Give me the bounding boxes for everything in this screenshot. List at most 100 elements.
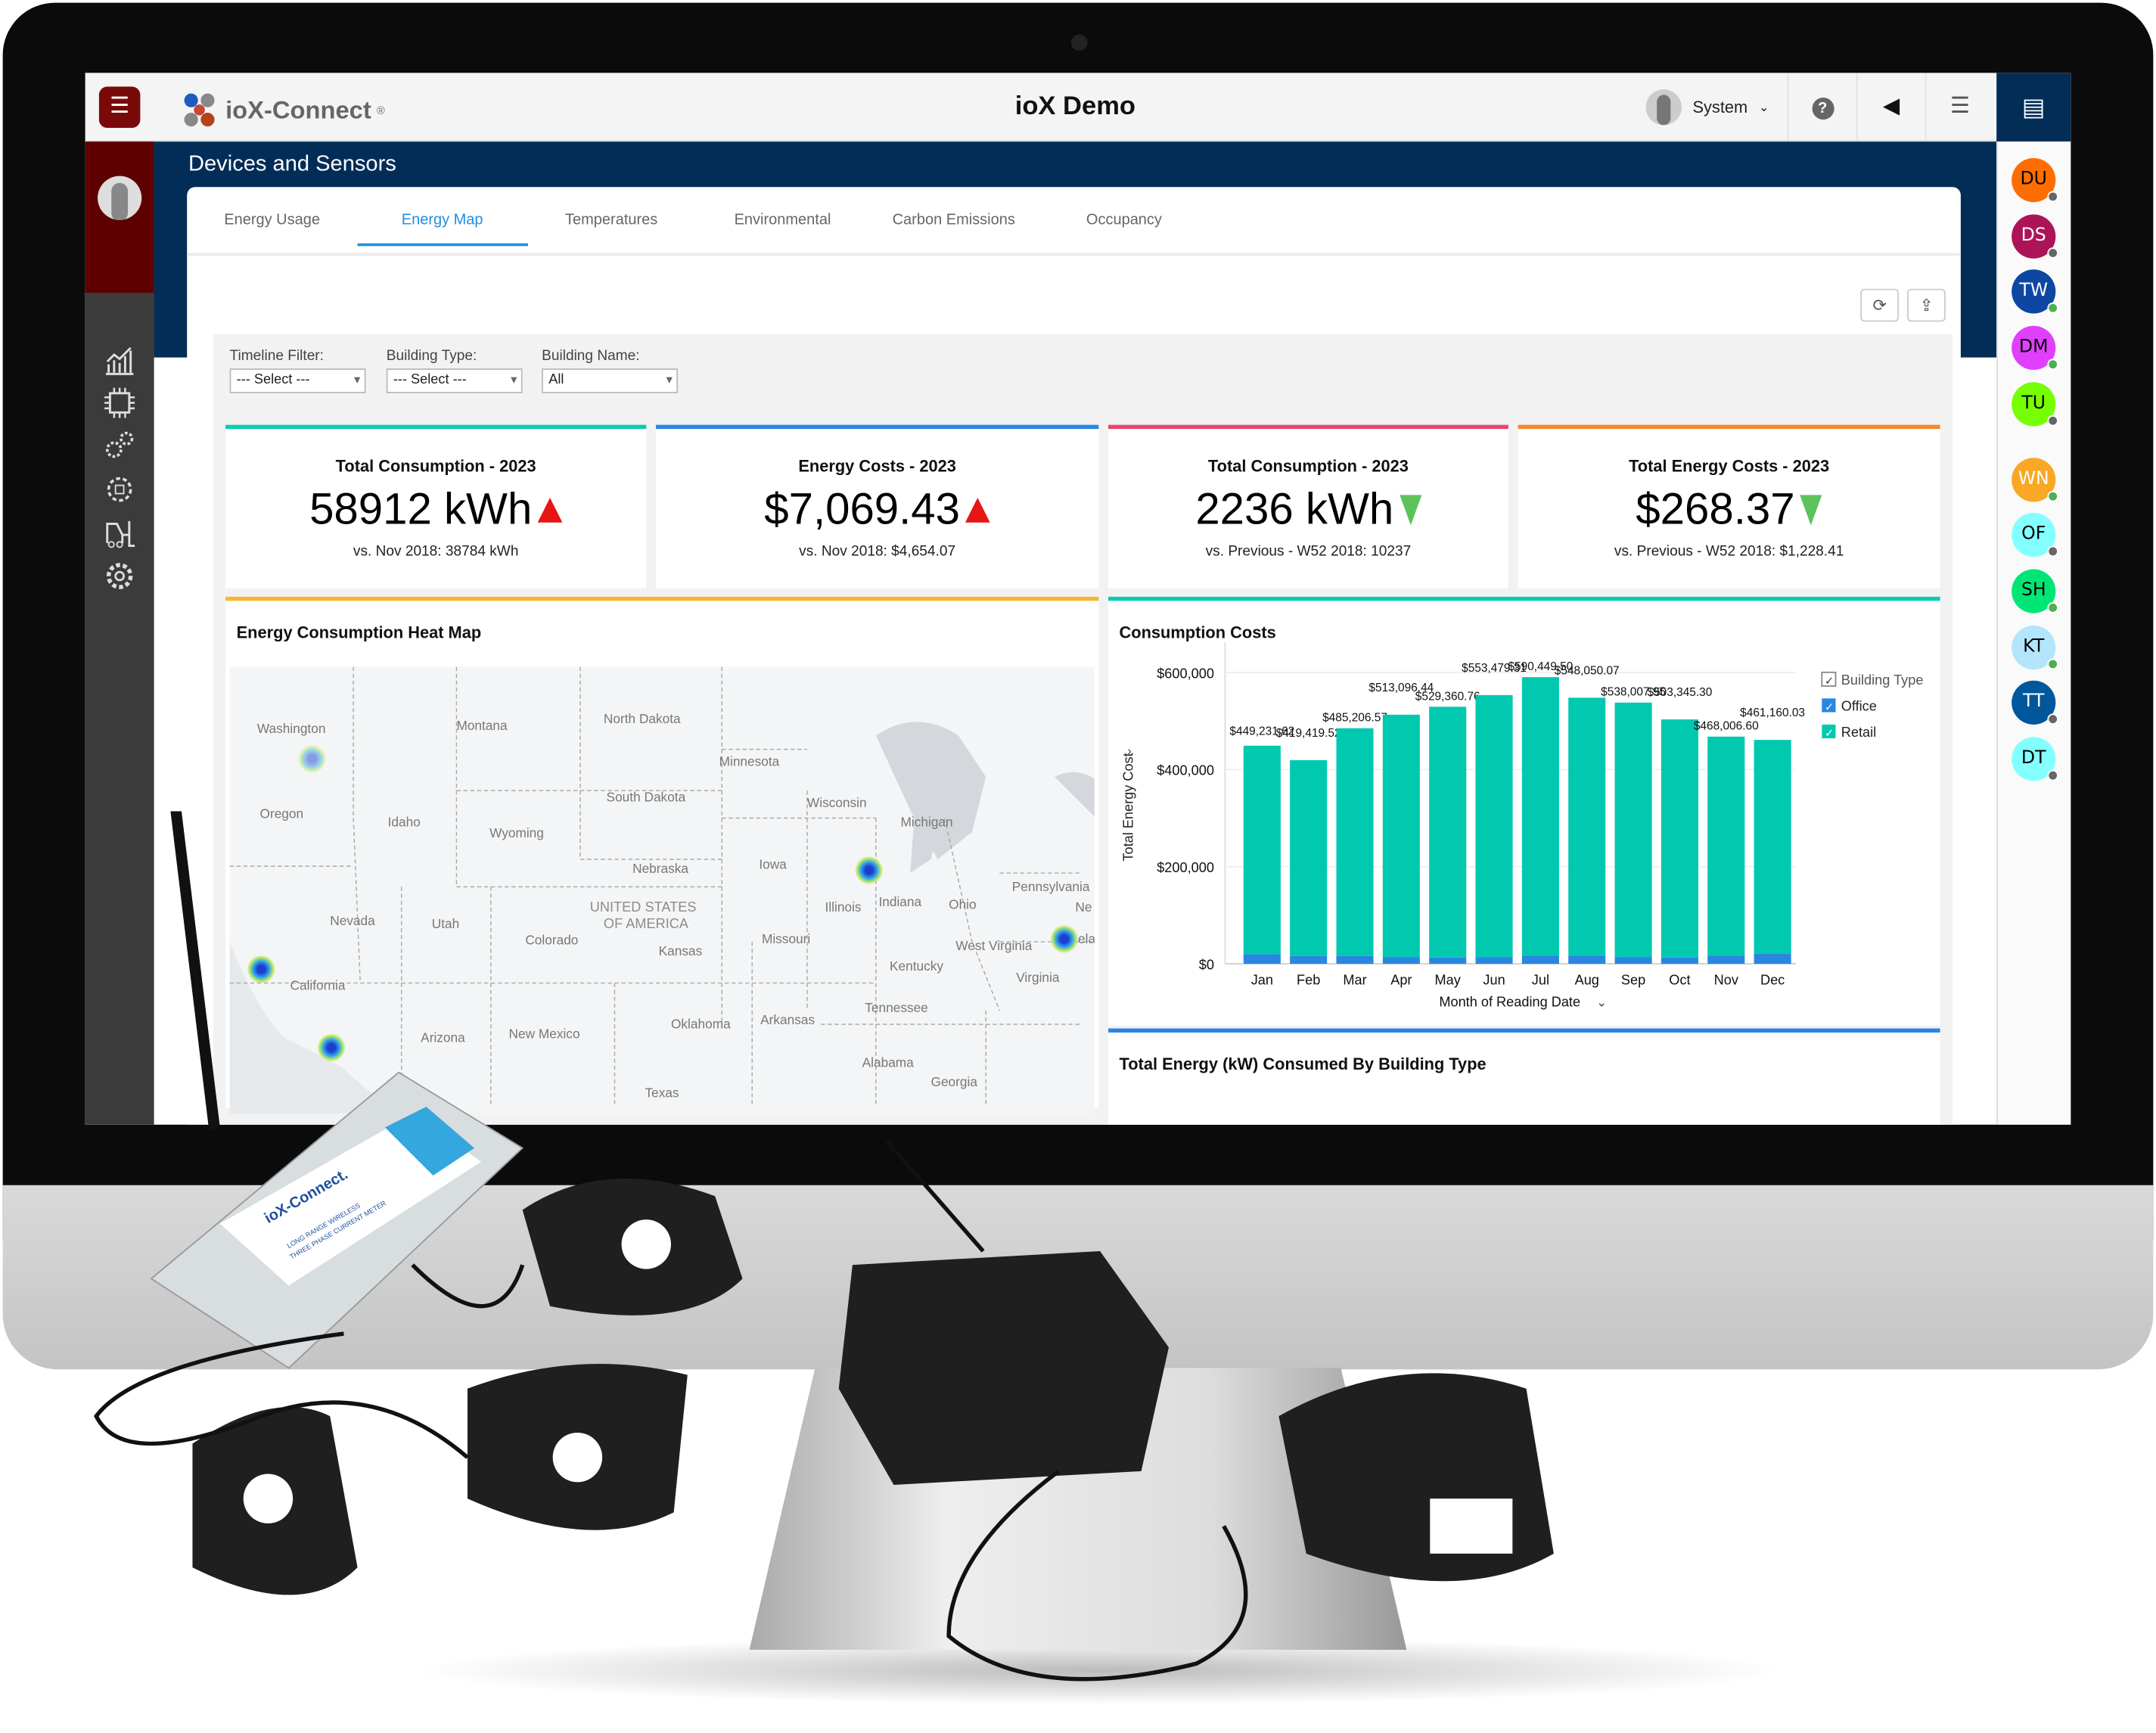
kpi-card: Energy Costs - 2023 $7,069.43 vs. Nov 20… <box>655 424 1099 589</box>
legend-title: Building Type <box>1841 672 1924 688</box>
user-initials: DT <box>2021 747 2046 769</box>
list-icon[interactable]: ☰ <box>1925 73 1994 142</box>
kpi-card: Total Consumption - 2023 58912 kWh vs. N… <box>225 424 647 589</box>
user-initials: OF <box>2021 523 2046 545</box>
timeline-filter-select[interactable]: --- Select --- <box>229 368 366 393</box>
gears-icon[interactable] <box>102 427 138 463</box>
status-dot <box>2047 191 2058 203</box>
megaphone-icon[interactable]: ◀ <box>1856 73 1925 142</box>
tab-carbon-emissions[interactable]: Carbon Emissions <box>893 212 1015 228</box>
kpi-card: Total Energy Costs - 2023 $268.37 vs. Pr… <box>1518 424 1940 589</box>
logo-mark-icon <box>184 93 215 127</box>
state-label: Montana <box>456 719 508 735</box>
user-avatar-ds[interactable]: DS <box>2012 213 2058 259</box>
logo-registered: ® <box>377 104 385 116</box>
page-title: Devices and Sensors <box>188 152 396 176</box>
help-icon[interactable]: ? <box>1787 73 1856 142</box>
status-dot <box>2047 247 2058 259</box>
building-name-select[interactable]: All <box>542 368 679 393</box>
user-avatar <box>1645 89 1682 126</box>
tab-occupancy[interactable]: Occupancy <box>1086 212 1162 228</box>
user-avatar-sh[interactable]: SH <box>2012 569 2058 613</box>
user-avatar-kt[interactable]: KT <box>2012 625 2058 669</box>
status-dot <box>2047 415 2058 427</box>
export-icon[interactable]: ⇪ <box>1907 288 1946 322</box>
user-avatar-dt[interactable]: DT <box>2012 737 2058 781</box>
status-dot <box>2047 713 2058 725</box>
settings-document-icon[interactable] <box>102 471 138 507</box>
data-label: $461,160.03 <box>1740 707 1805 719</box>
heat-point[interactable] <box>298 745 326 773</box>
chat-icon[interactable]: ▤ <box>1996 73 2071 142</box>
user-avatar-tu[interactable]: TU <box>2012 381 2058 427</box>
legend-item: Office <box>1841 699 1877 714</box>
y-tick-label: $600,000 <box>1157 666 1214 681</box>
legend-item: Retail <box>1841 725 1876 740</box>
kpi-value: $268.37 <box>1636 483 1795 534</box>
state-label: North Dakota <box>603 712 681 728</box>
trend-up-icon <box>537 497 563 522</box>
user-initials: KT <box>2023 635 2045 657</box>
user-avatar-du[interactable]: DU <box>2012 158 2058 203</box>
state-label: Minnesota <box>719 754 780 770</box>
trend-up-icon <box>965 497 990 522</box>
camera <box>1070 34 1088 51</box>
status-dot <box>2047 657 2058 669</box>
user-initials: TU <box>2021 393 2046 414</box>
user-menu[interactable]: System ⌄ <box>1645 89 1769 126</box>
user-initials: TW <box>2019 281 2049 302</box>
user-initials: DU <box>2020 169 2047 190</box>
state-label: South Dakota <box>606 790 686 806</box>
status-dot <box>2047 489 2058 502</box>
forklift-icon[interactable] <box>102 516 138 551</box>
data-label: $529,360.76 <box>1415 690 1480 703</box>
data-label: $485,206.57 <box>1322 712 1387 725</box>
kpi-value: 2236 kWh <box>1195 483 1394 534</box>
user-avatar-dm[interactable]: DM <box>2012 325 2058 371</box>
tab-energy-usage[interactable]: Energy Usage <box>224 212 320 228</box>
check-icon: ✓ <box>1825 702 1834 714</box>
y-tick-label: $400,000 <box>1157 763 1214 778</box>
analytics-chart-icon[interactable] <box>102 343 138 378</box>
kpi-comparison: vs. Nov 2018: 38784 kWh <box>353 542 519 560</box>
chevron-down-icon: ⌄ <box>1758 99 1769 113</box>
profile-area <box>85 141 154 293</box>
status-dot <box>2047 601 2058 613</box>
user-avatar-tt[interactable]: TT <box>2012 681 2058 725</box>
kpi-title: Energy Costs - 2023 <box>798 456 956 476</box>
gear-icon[interactable] <box>102 558 138 594</box>
building-type-select[interactable]: --- Select --- <box>386 368 523 393</box>
tab-environmental[interactable]: Environmental <box>735 212 831 228</box>
page-header-band: Devices and Sensors Energy Usage Energy … <box>154 141 1997 1125</box>
check-icon: ✓ <box>1825 728 1834 740</box>
user-name: System <box>1692 98 1748 117</box>
data-label: $419,419.52 <box>1276 727 1341 740</box>
chevron-icon: › <box>1127 744 1131 758</box>
status-dot <box>2047 303 2058 315</box>
user-initials: WN <box>2018 467 2049 489</box>
status-dot <box>2047 359 2058 371</box>
chip-icon[interactable] <box>102 385 138 421</box>
logo[interactable]: ioX-Connect ® <box>179 89 385 131</box>
state-label: Washington <box>256 722 326 738</box>
kpi-comparison: vs. Previous - W52 2018: $1,228.41 <box>1614 542 1844 560</box>
profile-avatar[interactable] <box>98 175 142 220</box>
user-initials: DM <box>2018 337 2049 358</box>
building-name-label: Building Name: <box>542 347 640 365</box>
user-avatar-wn[interactable]: WN <box>2012 457 2058 502</box>
kpi-comparison: vs. Previous - W52 2018: 10237 <box>1205 542 1412 560</box>
building-type-label: Building Type: <box>386 347 477 365</box>
hamburger-icon[interactable]: ☰ <box>98 86 141 129</box>
tab-energy-map[interactable]: Energy Map <box>402 212 483 228</box>
data-label: $468,006.60 <box>1694 720 1759 733</box>
user-initials: SH <box>2021 579 2046 601</box>
active-tab-indicator <box>357 243 528 247</box>
kpi-value: 58912 kWh <box>309 483 533 534</box>
kpi-comparison: vs. Nov 2018: $4,654.07 <box>799 542 956 560</box>
user-avatar-tw[interactable]: TW <box>2012 269 2058 315</box>
user-avatar-of[interactable]: OF <box>2012 513 2058 557</box>
app-title: ioX Demo <box>1014 92 1135 121</box>
kpi-title: Total Consumption - 2023 <box>1207 456 1409 476</box>
refresh-icon[interactable]: ⟳ <box>1860 288 1900 322</box>
tab-temperatures[interactable]: Temperatures <box>565 212 657 228</box>
